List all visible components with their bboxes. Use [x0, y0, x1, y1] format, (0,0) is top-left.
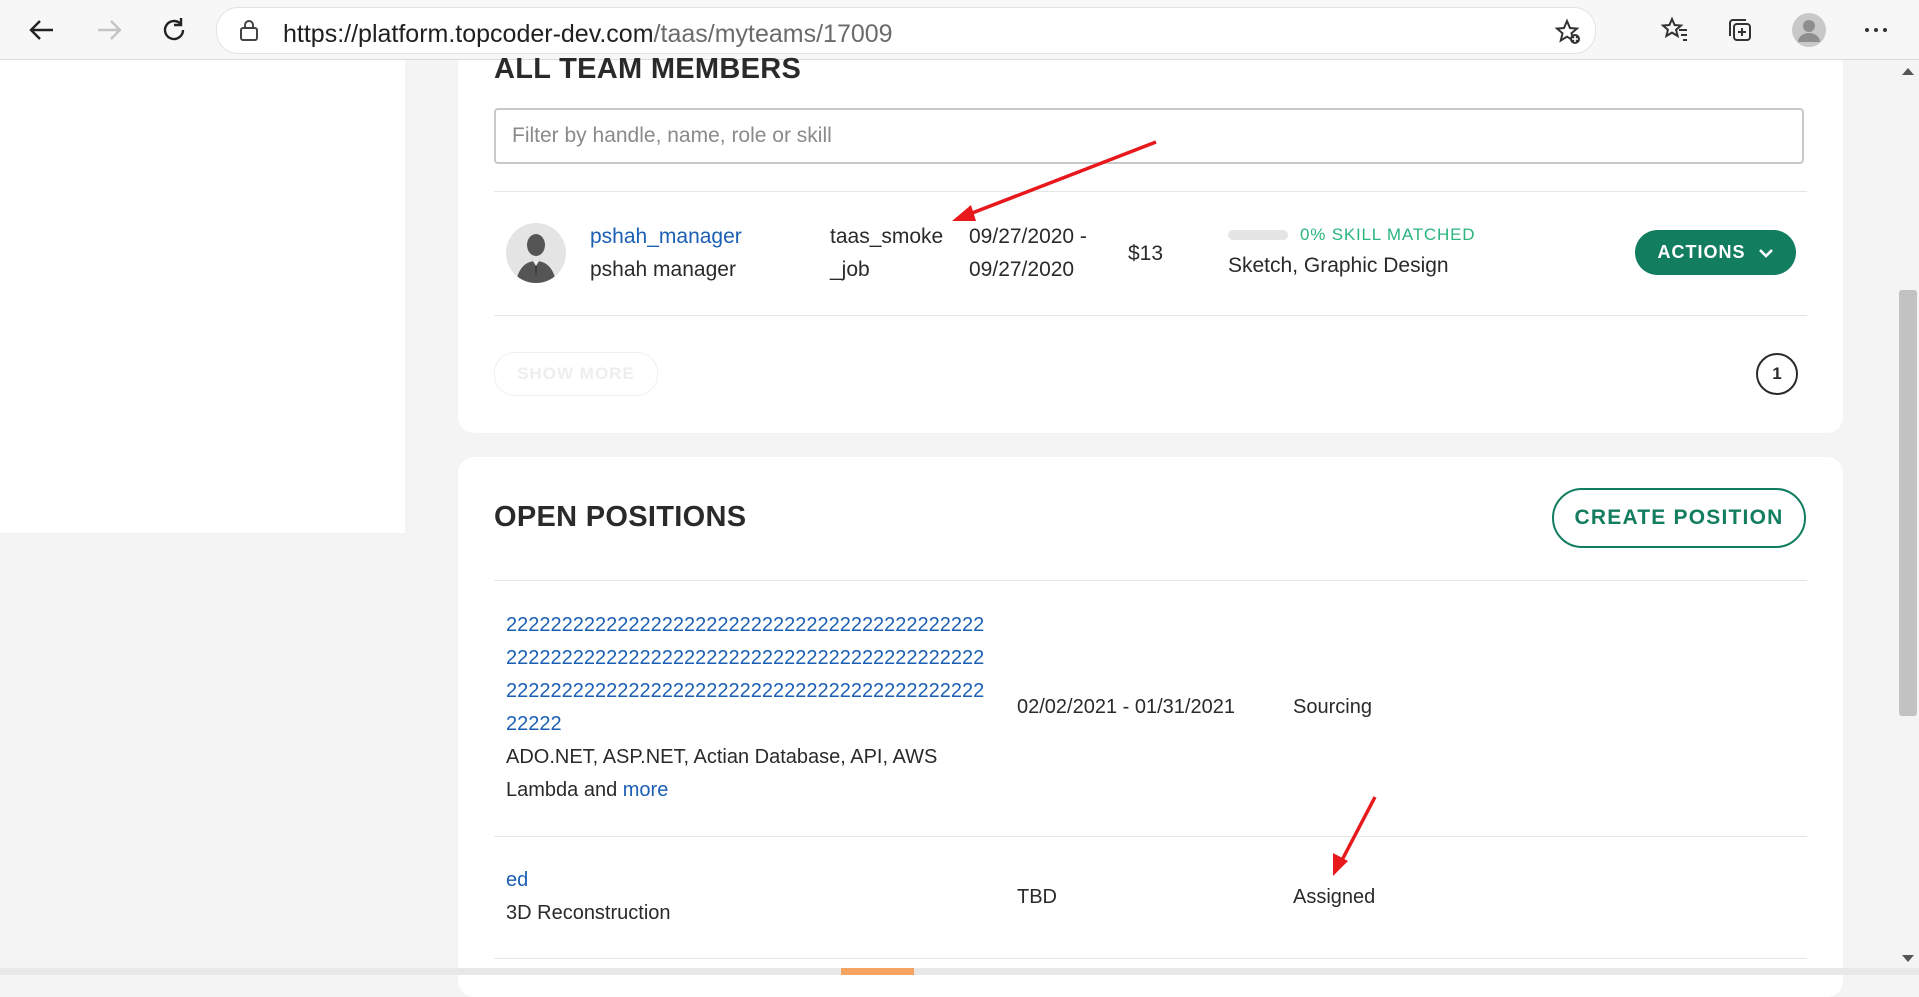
back-button[interactable] [22, 10, 62, 50]
position-skills: 3D Reconstruction [506, 902, 671, 924]
member-rate: $13 [1128, 242, 1164, 265]
member-job-line2: _job [830, 258, 870, 281]
divider [494, 580, 1807, 581]
divider [494, 836, 1807, 837]
scrollbar-thumb[interactable] [1899, 290, 1917, 716]
refresh-button[interactable] [154, 10, 194, 50]
create-position-button[interactable]: CREATE POSITION [1552, 488, 1806, 548]
actions-label: ACTIONS [1657, 242, 1746, 262]
skill-match-bar [1228, 230, 1288, 240]
url-path: /taas/myteams/17009 [653, 20, 893, 48]
position-skills-text: Lambda and [506, 779, 623, 801]
lock-icon [240, 20, 258, 41]
scroll-up-icon[interactable] [1901, 66, 1915, 76]
scroll-down-icon[interactable] [1901, 954, 1915, 964]
member-avatar [506, 223, 566, 283]
position-title-line: 22222 [506, 713, 562, 735]
position-dates: TBD [1017, 886, 1057, 908]
position-title-line: 2222222222222222222222222222222222222222… [506, 614, 985, 636]
divider [494, 191, 1807, 192]
arrow-left-icon [29, 20, 53, 40]
position-status: Assigned [1293, 886, 1376, 908]
chevron-down-icon [1758, 248, 1773, 258]
position-title-link[interactable]: ed [506, 869, 528, 892]
position-status: Sourcing [1293, 696, 1372, 718]
position-title-line: 2222222222222222222222222222222222222222… [506, 680, 985, 702]
skill-matched-label: 0% SKILL MATCHED [1300, 225, 1476, 244]
divider [494, 958, 1807, 959]
left-sidebar-panel [0, 60, 405, 533]
page-1-button[interactable]: 1 [1756, 353, 1798, 395]
actions-dropdown-button[interactable]: ACTIONS [1635, 230, 1796, 275]
member-name: pshah manager [590, 258, 736, 281]
favorites-button[interactable] [1655, 10, 1695, 50]
position-title-line: 2222222222222222222222222222222222222222… [506, 647, 985, 669]
member-skills: Sketch, Graphic Design [1228, 254, 1449, 277]
member-date-start: 09/27/2020 - [969, 225, 1087, 248]
position-skills-line: ADO.NET, ASP.NET, Actian Database, API, … [506, 746, 938, 768]
position-title-link[interactable]: 2222222222222222222222222222222222222222… [506, 609, 996, 741]
url-text: https://platform.topcoder-dev.com/taas/m… [283, 20, 893, 49]
partial-element [841, 968, 914, 975]
collections-icon [1729, 19, 1751, 41]
browser-toolbar: https://platform.topcoder-dev.com/taas/m… [0, 0, 1919, 60]
address-bar[interactable]: https://platform.topcoder-dev.com/taas/m… [216, 7, 1596, 54]
collections-button[interactable] [1720, 10, 1760, 50]
team-members-title: ALL TEAM MEMBERS [494, 53, 802, 85]
more-dots-icon [1865, 28, 1887, 32]
member-job-line1: taas_smoke [830, 225, 944, 248]
refresh-icon [163, 18, 185, 41]
position-dates: 02/02/2021 - 01/31/2021 [1017, 696, 1235, 718]
open-positions-title: OPEN POSITIONS [494, 501, 747, 533]
favorites-icon [1661, 16, 1687, 41]
show-more-button[interactable]: SHOW MORE [494, 352, 658, 396]
member-date-end: 09/27/2020 [969, 258, 1075, 281]
position-skills-line: Lambda and more [506, 774, 976, 807]
bottom-edge [0, 968, 1919, 975]
member-filter-input[interactable] [494, 108, 1804, 164]
more-skills-link[interactable]: more [623, 779, 669, 801]
user-silhouette-icon [506, 223, 566, 283]
position-skills: ADO.NET, ASP.NET, Actian Database, API, … [506, 741, 976, 807]
url-host: https://platform.topcoder-dev.com [283, 20, 654, 48]
profile-button[interactable] [1789, 10, 1829, 50]
more-menu-button[interactable] [1856, 10, 1896, 50]
divider [494, 315, 1807, 316]
forward-button[interactable] [89, 10, 129, 50]
add-favorite-icon[interactable] [1554, 18, 1582, 46]
arrow-right-icon [98, 20, 122, 40]
member-handle-link[interactable]: pshah_manager [590, 225, 742, 249]
profile-avatar-icon [1792, 13, 1826, 47]
